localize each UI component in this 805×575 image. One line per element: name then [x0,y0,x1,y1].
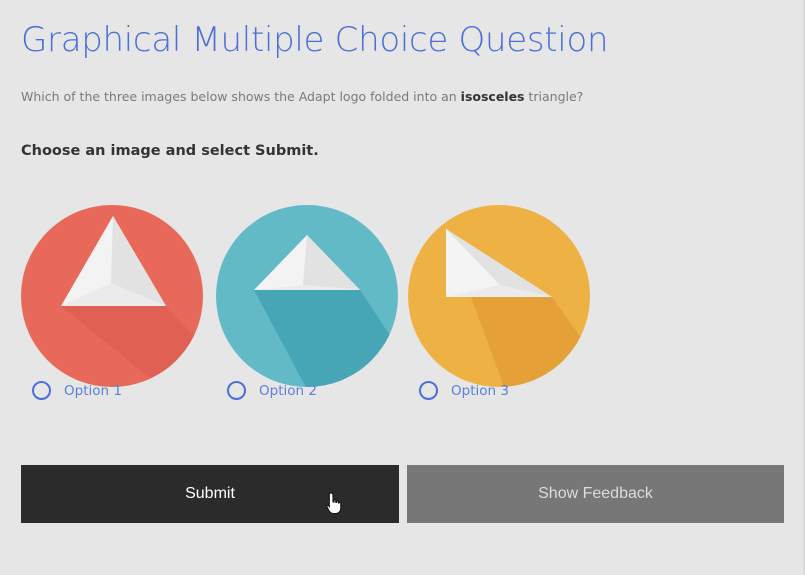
option-1-label[interactable]: Option 1 [64,383,122,399]
question-body-prefix: Which of the three images below shows th… [21,89,461,104]
question-component: Graphical Multiple Choice Question Which… [0,0,805,575]
option-1-radio[interactable] [32,381,51,400]
option-item-1[interactable]: Option 1 [21,205,206,400]
option-3-label[interactable]: Option 3 [451,383,509,399]
option-3-image[interactable] [408,205,590,387]
page-title: Graphical Multiple Choice Question [21,20,609,60]
option-item-2[interactable]: Option 2 [216,205,401,400]
option-3-radio[interactable] [419,381,438,400]
option-2-label[interactable]: Option 2 [259,383,317,399]
option-1-image[interactable] [21,205,203,387]
question-body: Which of the three images below shows th… [21,89,583,104]
question-body-suffix: triangle? [524,89,584,104]
hand-cursor-icon [326,492,342,515]
option-2-image[interactable] [216,205,398,387]
option-2-radio[interactable] [227,381,246,400]
show-feedback-button[interactable]: Show Feedback [407,465,784,523]
option-item-3[interactable]: Option 3 [408,205,593,400]
option-3-radio-row[interactable]: Option 3 [419,381,509,400]
question-body-emphasis: isosceles [460,89,525,104]
instruction-text: Choose an image and select Submit. [21,143,319,159]
option-1-radio-row[interactable]: Option 1 [32,381,122,400]
submit-button[interactable]: Submit [21,465,399,523]
option-2-radio-row[interactable]: Option 2 [227,381,317,400]
